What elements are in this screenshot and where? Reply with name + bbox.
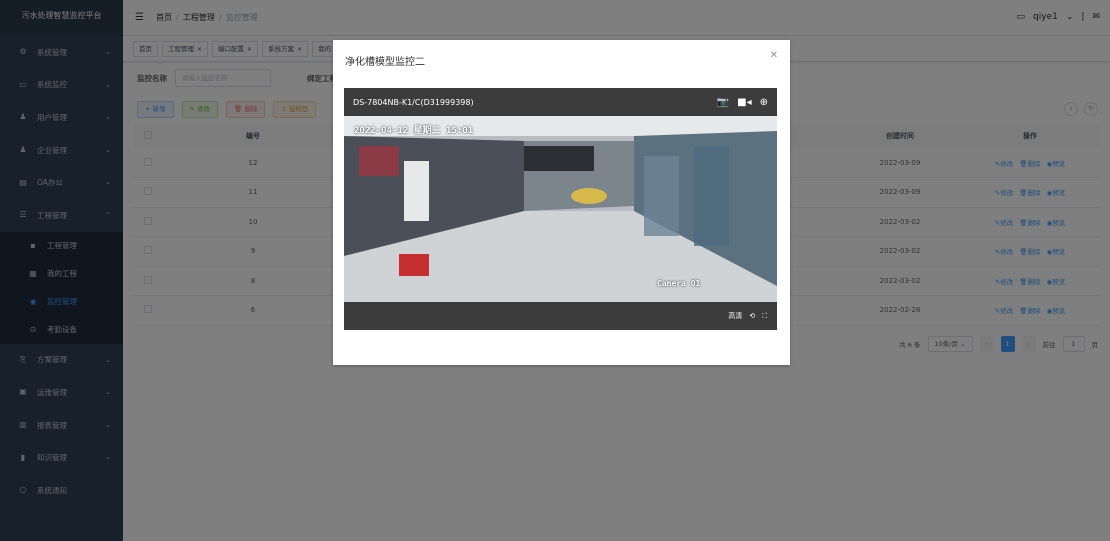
zoom-in-icon[interactable]: ⊕	[760, 97, 768, 108]
video-frame	[344, 116, 777, 302]
player-footer: 高清 ⟲ ⛶	[344, 302, 777, 330]
rotate-icon[interactable]: ⟲	[749, 312, 755, 320]
camera-label: Camera 01	[657, 279, 701, 288]
video-stream[interactable]: 2022-04-12 星期二 15:01 Camera 01	[344, 116, 777, 302]
monitor-dialog: 净化槽模型监控二 ✕ DS-7804NB-K1/C(D31999398) 📷 ■…	[333, 40, 790, 365]
fullscreen-icon[interactable]: ⛶	[762, 312, 767, 321]
player-header: DS-7804NB-K1/C(D31999398) 📷 ■◂ ⊕	[344, 88, 777, 116]
dialog-title: 净化槽模型监控二	[345, 57, 425, 68]
camera-icon[interactable]: 📷	[717, 97, 729, 108]
record-icon[interactable]: ■◂	[737, 97, 751, 108]
player-controls: 📷 ■◂ ⊕	[717, 97, 768, 108]
quality-toggle[interactable]: 高清	[728, 311, 742, 321]
video-timestamp: 2022-04-12 星期二 15:01	[354, 126, 474, 136]
device-name: DS-7804NB-K1/C(D31999398)	[353, 97, 474, 107]
close-icon[interactable]: ✕	[770, 50, 778, 61]
video-player: DS-7804NB-K1/C(D31999398) 📷 ■◂ ⊕ 2022-04…	[344, 88, 777, 330]
app-window: 污水处理智慧监控平台 ⚙系统管理⌄ ▭系统监控⌄ ♟用户管理⌄ ♟企业管理⌄ ▤…	[0, 0, 1110, 541]
